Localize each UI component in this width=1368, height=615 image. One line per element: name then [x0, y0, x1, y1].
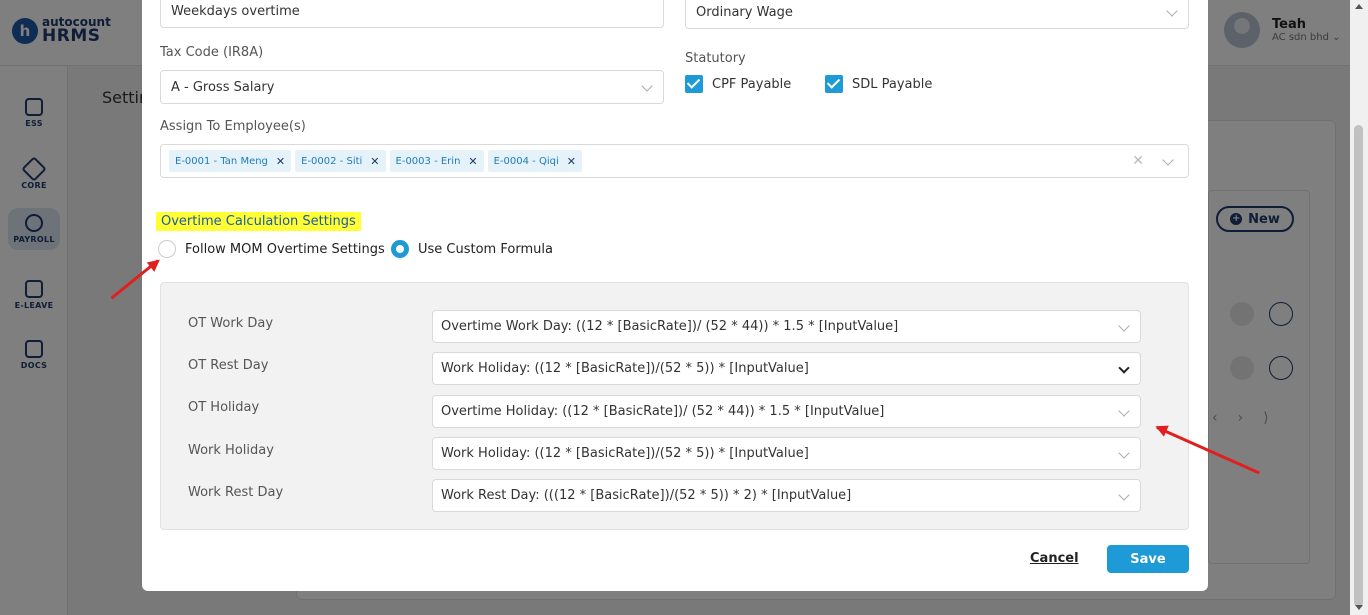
ot-rest-day-value: Work Holiday: ((12 * [BasicRate])/(52 * … [441, 361, 809, 376]
ot-holiday-label: OT Holiday [188, 400, 260, 415]
work-rest-day-label: Work Rest Day [188, 485, 284, 500]
work-holiday-select[interactable]: Work Holiday: ((12 * [BasicRate])/(52 * … [432, 437, 1141, 470]
radio-follow-mom[interactable]: Follow MOM Overtime Settings [158, 240, 385, 258]
ot-work-day-select[interactable]: Overtime Work Day: ((12 * [BasicRate])/ … [432, 310, 1141, 343]
scrollbar-thumb[interactable] [1354, 125, 1363, 607]
employee-tag-label: E-0001 - Tan Meng [175, 155, 268, 167]
work-holiday-value: Work Holiday: ((12 * [BasicRate])/(52 * … [441, 446, 809, 461]
radio-custom-formula[interactable]: Use Custom Formula [391, 240, 553, 258]
tax-code-value: A - Gross Salary [171, 79, 275, 95]
wage-type-value: Ordinary Wage [696, 4, 793, 20]
scroll-down-icon[interactable] [1355, 605, 1363, 610]
cpf-payable-label: CPF Payable [712, 76, 792, 92]
statutory-label: Statutory [685, 51, 746, 66]
radio-unchecked-icon[interactable] [158, 240, 176, 258]
cpf-payable-checkbox[interactable]: CPF Payable [685, 75, 791, 93]
scrollbar[interactable] [1350, 0, 1368, 615]
cancel-button[interactable]: Cancel [1030, 551, 1079, 566]
employee-multiselect[interactable]: E-0001 - Tan Meng ✕ E-0002 - Siti ✕ E-0003… [160, 144, 1189, 178]
remove-tag-icon[interactable]: ✕ [468, 155, 477, 168]
employee-tag-label: E-0003 - Erin [395, 155, 461, 167]
ot-work-day-label: OT Work Day [188, 316, 274, 331]
sdl-payable-label: SDL Payable [852, 76, 933, 92]
ot-rest-day-select[interactable]: Work Holiday: ((12 * [BasicRate])/(52 * … [432, 352, 1141, 385]
tax-code-label: Tax Code (IR8A) [160, 45, 264, 60]
radio-follow-mom-label: Follow MOM Overtime Settings [185, 241, 385, 257]
wage-type-select[interactable]: Ordinary Wage [685, 0, 1189, 29]
clear-all-icon[interactable]: ✕ [1132, 153, 1144, 169]
formula-panel: OT Work Day Overtime Work Day: ((12 * [B… [160, 282, 1189, 530]
chevron-down-icon [1118, 489, 1130, 501]
radio-custom-formula-label: Use Custom Formula [418, 241, 553, 257]
save-button[interactable]: Save [1107, 545, 1189, 573]
work-rest-day-value: Work Rest Day: (((12 * [BasicRate])/(52 … [441, 488, 852, 503]
ot-section-title: Overtime Calculation Settings [156, 212, 361, 231]
chevron-down-icon [1118, 447, 1130, 459]
employee-tag-label: E-0002 - Siti [301, 155, 363, 167]
chevron-down-icon [641, 80, 653, 92]
employee-tag: E-0004 - Qiqi ✕ [487, 150, 582, 172]
pay-item-modal: Weekdays overtime Ordinary Wage Tax Code… [142, 0, 1208, 591]
name-field[interactable]: Weekdays overtime [160, 0, 664, 28]
remove-tag-icon[interactable]: ✕ [276, 155, 285, 168]
work-rest-day-select[interactable]: Work Rest Day: (((12 * [BasicRate])/(52 … [432, 479, 1141, 512]
checkbox-checked-icon[interactable] [685, 75, 703, 93]
scroll-up-icon[interactable] [1355, 4, 1363, 9]
radio-checked-icon[interactable] [391, 240, 409, 258]
checkbox-checked-icon[interactable] [825, 75, 843, 93]
ot-work-day-value: Overtime Work Day: ((12 * [BasicRate])/ … [441, 319, 899, 334]
name-field-value: Weekdays overtime [171, 3, 300, 19]
remove-tag-icon[interactable]: ✕ [567, 155, 576, 168]
chevron-down-icon[interactable] [1162, 154, 1174, 166]
chevron-down-icon [1118, 405, 1130, 417]
chevron-down-icon [1166, 5, 1178, 17]
tax-code-select[interactable]: A - Gross Salary [160, 70, 664, 104]
chevron-down-icon [1118, 320, 1130, 332]
remove-tag-icon[interactable]: ✕ [370, 155, 379, 168]
employee-tag: E-0003 - Erin ✕ [389, 150, 484, 172]
work-holiday-label: Work Holiday [188, 443, 274, 458]
chevron-down-icon [1118, 362, 1130, 374]
employee-tag: E-0002 - Siti ✕ [295, 150, 386, 172]
ot-holiday-value: Overtime Holiday: ((12 * [BasicRate])/ (… [441, 404, 885, 419]
ot-rest-day-label: OT Rest Day [188, 358, 269, 373]
employee-tag: E-0001 - Tan Meng ✕ [169, 150, 292, 172]
sdl-payable-checkbox[interactable]: SDL Payable [825, 75, 932, 93]
employee-tag-label: E-0004 - Qiqi [493, 155, 559, 167]
assign-employee-label: Assign To Employee(s) [160, 119, 306, 134]
ot-holiday-select[interactable]: Overtime Holiday: ((12 * [BasicRate])/ (… [432, 395, 1141, 428]
